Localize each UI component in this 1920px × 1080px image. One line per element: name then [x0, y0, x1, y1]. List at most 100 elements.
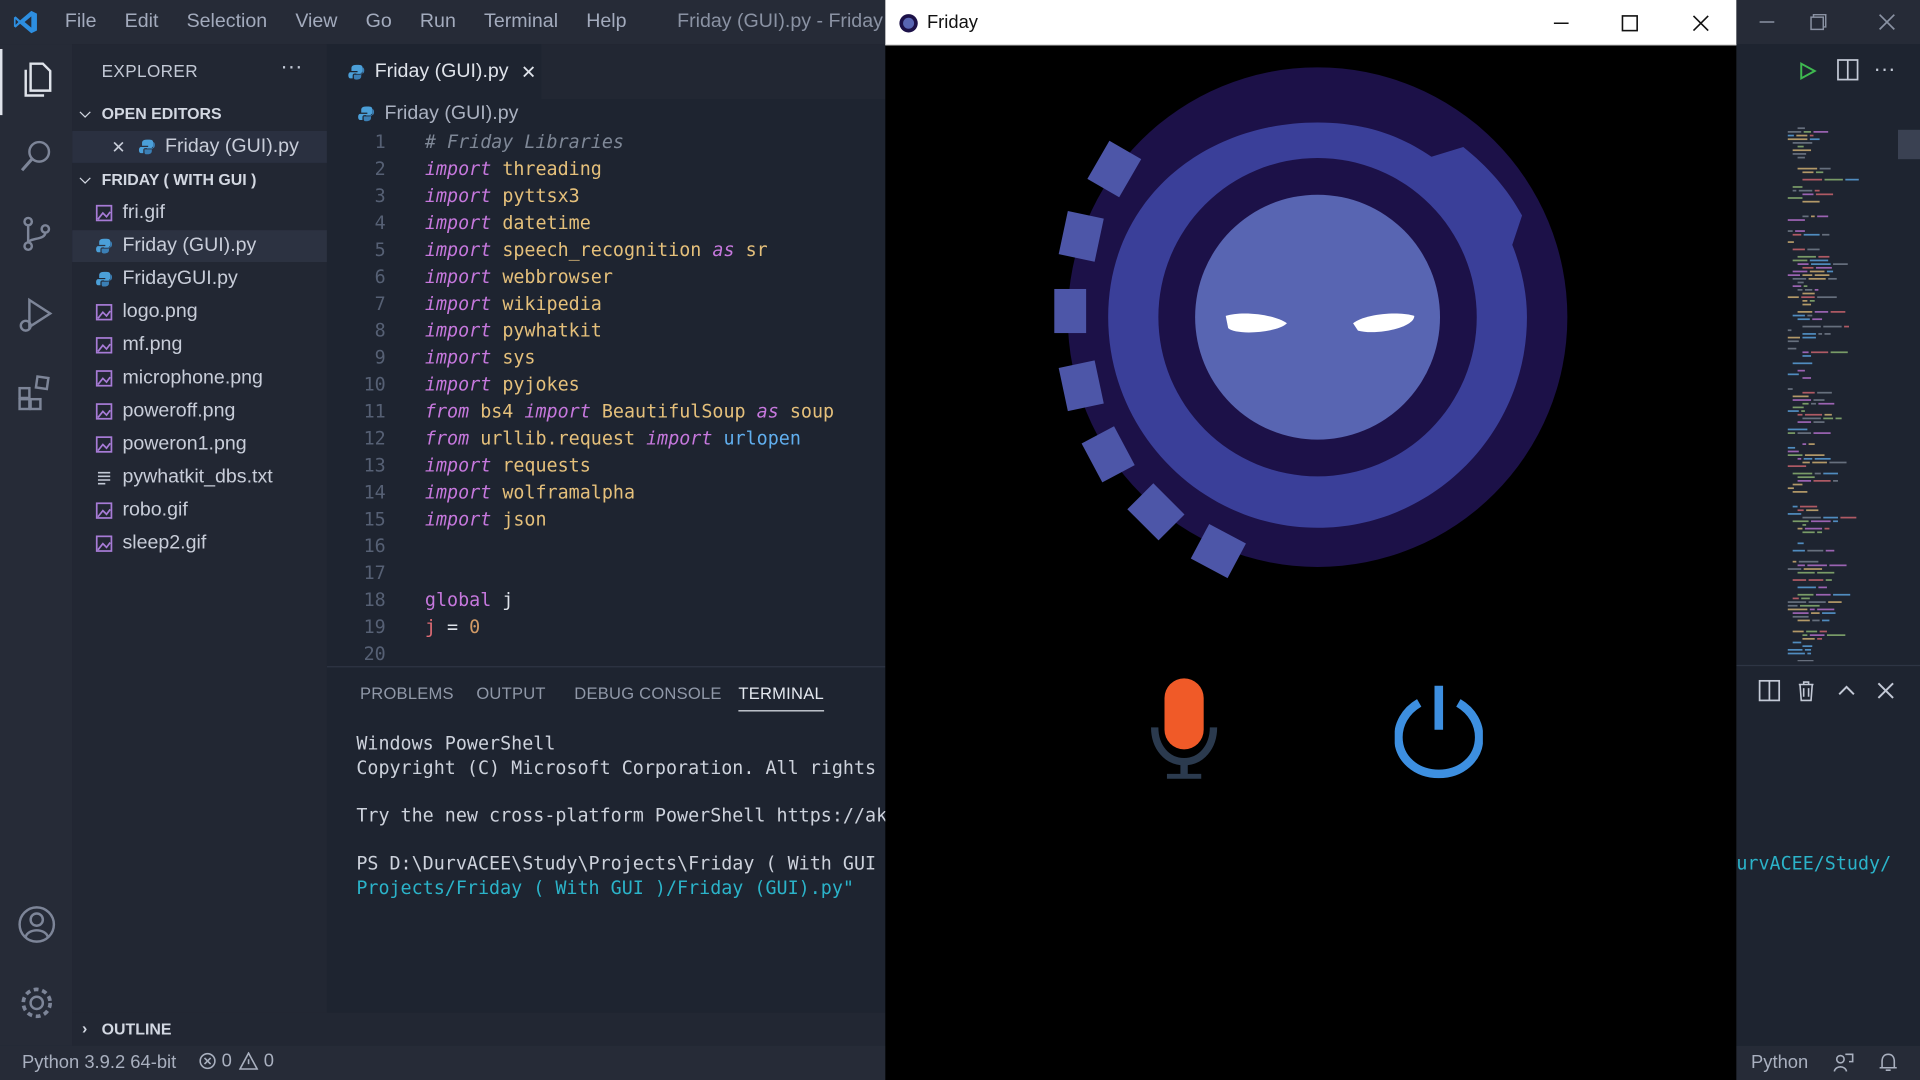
- friday-app-window: Friday: [885, 0, 1737, 1080]
- code-line: 10 import pyjokes: [327, 373, 885, 400]
- panel-tab-terminal[interactable]: TERMINAL: [738, 684, 824, 712]
- power-button[interactable]: [1394, 681, 1483, 779]
- terminal-line: Windows PowerShell: [356, 732, 556, 755]
- close-panel-icon[interactable]: [1876, 681, 1896, 701]
- code-text: import wikipedia: [424, 292, 602, 315]
- feedback-icon[interactable]: [1832, 1052, 1854, 1074]
- file-name: sleep2.gif: [122, 532, 207, 554]
- more-actions-icon[interactable]: ···: [280, 54, 302, 80]
- friday-minimize-button[interactable]: [1527, 0, 1596, 45]
- panel-tab-problems[interactable]: PROBLEMS: [360, 684, 454, 702]
- code-text: import pywhatkit: [424, 319, 602, 342]
- code-text: import pyttsx3: [424, 184, 580, 207]
- minimap[interactable]: [1778, 122, 1900, 662]
- tab-close-icon[interactable]: ✕: [521, 61, 536, 83]
- file-item[interactable]: fri.gif: [72, 197, 327, 229]
- open-editors-section[interactable]: ⌵ OPEN EDITORS: [80, 104, 222, 122]
- file-item[interactable]: microphone.png: [72, 362, 327, 394]
- code-line: 1 # Friday Libraries: [327, 131, 885, 158]
- code-line: 18 global j: [327, 589, 885, 616]
- code-text: import pyjokes: [424, 373, 580, 396]
- warning-icon: [239, 1051, 259, 1070]
- terminal-line: Copyright (C) Microsoft Corporation. All…: [356, 756, 877, 779]
- run-file-icon[interactable]: [1798, 61, 1818, 81]
- friday-maximize-button[interactable]: [1596, 0, 1665, 45]
- split-terminal-icon[interactable]: [1758, 679, 1781, 702]
- settings-gear-icon[interactable]: [16, 982, 58, 1024]
- code-text: from urllib.request import urlopen: [424, 427, 801, 450]
- panel-tab-output[interactable]: OUTPUT: [476, 684, 545, 702]
- notification-bell-icon[interactable]: [1878, 1052, 1898, 1074]
- file-item[interactable]: poweroff.png: [72, 396, 327, 428]
- line-number: 19: [363, 615, 386, 638]
- code-line: 2 import threading: [327, 158, 885, 185]
- line-number: 11: [363, 400, 386, 423]
- code-text: import datetime: [424, 211, 591, 234]
- maximize-panel-icon[interactable]: [1837, 681, 1857, 701]
- microphone-button[interactable]: [1147, 673, 1220, 783]
- friday-titlebar: Friday: [885, 0, 1737, 46]
- terminal-line: PS D:\DurvACEE\Study\Projects\Friday ( W…: [356, 852, 877, 875]
- outline-section[interactable]: › OUTLINE: [72, 1012, 886, 1046]
- menu-terminal[interactable]: Terminal: [484, 11, 558, 33]
- breadcrumb[interactable]: Friday (GUI).py: [358, 103, 518, 125]
- image-file-icon: [95, 204, 113, 222]
- explorer-header: EXPLORER: [101, 61, 198, 81]
- run-debug-icon[interactable]: [16, 294, 58, 336]
- menu-edit[interactable]: Edit: [125, 11, 159, 33]
- file-item[interactable]: poweron1.png: [72, 429, 327, 461]
- image-file-icon: [95, 403, 113, 420]
- line-number: 1: [374, 131, 386, 154]
- split-editor-icon[interactable]: [1837, 59, 1859, 81]
- open-editor-item[interactable]: ✕ Friday (GUI).py: [72, 131, 327, 163]
- file-item[interactable]: logo.png: [72, 296, 327, 328]
- source-control-icon[interactable]: [16, 213, 58, 255]
- image-file-icon: [95, 535, 113, 552]
- image-file-icon: [95, 337, 113, 354]
- file-item[interactable]: mf.png: [72, 329, 327, 361]
- minimize-icon: [1553, 21, 1569, 24]
- file-item[interactable]: robo.gif: [72, 495, 327, 527]
- close-icon: [1692, 14, 1709, 31]
- panel-tab-debug-console[interactable]: DEBUG CONSOLE: [574, 684, 721, 702]
- editor-tabbar: Friday (GUI).py ✕: [326, 44, 886, 100]
- menu-selection[interactable]: Selection: [187, 11, 268, 33]
- code-text: import threading: [424, 157, 602, 181]
- line-number: 15: [363, 508, 386, 531]
- language-mode[interactable]: Python: [1751, 1052, 1808, 1073]
- image-file-icon: [95, 370, 113, 387]
- line-number: 16: [363, 535, 386, 558]
- file-item[interactable]: FridayGUI.py: [72, 263, 327, 295]
- extensions-icon[interactable]: [16, 372, 58, 414]
- file-item[interactable]: pywhatkit_dbs.txt: [72, 462, 327, 494]
- mic-body: [1164, 678, 1204, 750]
- menu-go[interactable]: Go: [366, 11, 392, 33]
- tab-friday-gui[interactable]: Friday (GUI).py ✕: [326, 44, 542, 100]
- restore-button[interactable]: [1788, 0, 1849, 44]
- scrollbar-thumb[interactable]: [1897, 129, 1920, 160]
- menu-bar: File Edit Selection View Go Run Terminal Help: [65, 0, 655, 44]
- code-editor[interactable]: 1 # Friday Libraries 2 import threading 3 imp…: [326, 129, 886, 667]
- code-line: 11 from bs4 import BeautifulSoup as soup: [327, 400, 885, 427]
- panel-divider: [1736, 664, 1920, 667]
- screen: File Edit Selection View Go Run Terminal Help F…: [0, 0, 1920, 1080]
- explorer-icon[interactable]: [16, 59, 58, 101]
- search-icon[interactable]: [16, 135, 58, 177]
- friday-close-button[interactable]: [1667, 0, 1736, 45]
- menu-help[interactable]: Help: [586, 11, 626, 33]
- account-icon[interactable]: [16, 904, 58, 946]
- editor-more-actions-icon[interactable]: ···: [1873, 56, 1895, 82]
- menu-run[interactable]: Run: [420, 11, 456, 33]
- python-interpreter[interactable]: Python 3.9.2 64-bit: [22, 1052, 176, 1073]
- menu-view[interactable]: View: [295, 11, 337, 33]
- close-editor-icon[interactable]: ✕: [111, 137, 125, 158]
- file-item[interactable]: sleep2.gif: [72, 528, 327, 560]
- problems-summary[interactable]: 0 0: [198, 1051, 274, 1071]
- menu-file[interactable]: File: [65, 11, 97, 33]
- minimize-icon: [1759, 21, 1775, 23]
- file-name: poweroff.png: [122, 400, 236, 422]
- folder-section[interactable]: ⌵ FRIDAY ( WITH GUI ): [80, 170, 257, 188]
- file-item[interactable]: Friday (GUI).py: [72, 230, 327, 263]
- close-window-button[interactable]: [1856, 0, 1917, 44]
- kill-terminal-trash-icon[interactable]: [1796, 680, 1816, 702]
